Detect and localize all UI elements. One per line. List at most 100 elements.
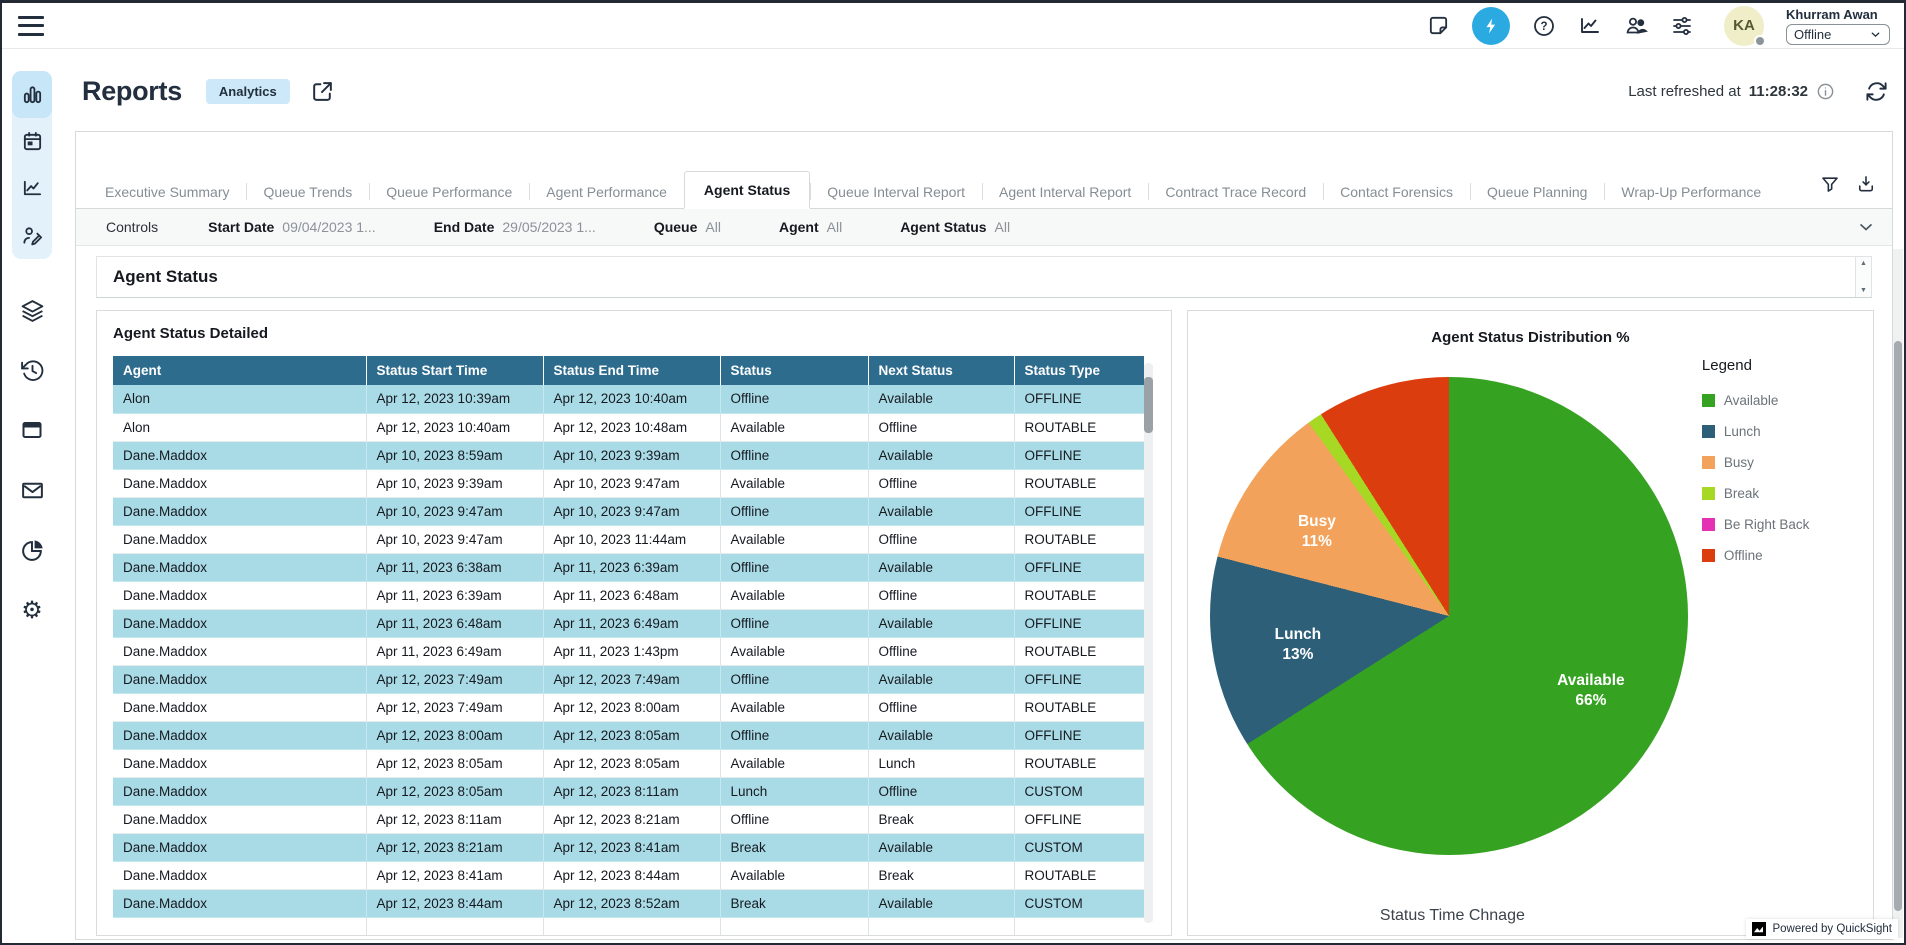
table-cell: Apr 12, 2023 8:00am xyxy=(543,693,720,721)
legend-item-available[interactable]: Available xyxy=(1702,393,1870,408)
table-row[interactable]: Dane.MaddoxApr 11, 2023 6:38amApr 11, 20… xyxy=(113,553,1144,581)
legend-item-break[interactable]: Break xyxy=(1702,486,1870,501)
preferences-sliders-icon[interactable] xyxy=(1670,14,1694,38)
controls-label: Controls xyxy=(106,219,158,235)
table-cell: Offline xyxy=(720,385,868,413)
sidebar-item-window[interactable] xyxy=(19,417,45,443)
table-row[interactable]: Dane.MaddoxApr 12, 2023 8:44amApr 12, 20… xyxy=(113,889,1144,917)
filter-agent[interactable]: AgentAll xyxy=(779,219,842,235)
help-icon[interactable]: ? xyxy=(1532,14,1556,38)
sidebar-item-reports[interactable] xyxy=(12,71,52,118)
column-header-status-type[interactable]: Status Type xyxy=(1014,356,1144,385)
legend-label: Busy xyxy=(1724,455,1754,470)
table-cell: Apr 12, 2023 8:41am xyxy=(366,861,543,889)
table-cell: Apr 12, 2023 10:48am xyxy=(543,413,720,441)
table-row[interactable]: Dane.MaddoxApr 10, 2023 9:47amApr 10, 20… xyxy=(113,497,1144,525)
tab-queue-trends[interactable]: Queue Trends xyxy=(246,175,369,208)
table-row[interactable]: Dane.MaddoxApr 12, 2023 8:41amApr 12, 20… xyxy=(113,861,1144,889)
tab-queue-performance[interactable]: Queue Performance xyxy=(369,175,529,208)
table-row[interactable]: AlonApr 12, 2023 10:40amApr 12, 2023 10:… xyxy=(113,413,1144,441)
sidebar-item-history[interactable] xyxy=(19,357,45,383)
pie-chart[interactable]: Busy11% Lunch13% Available66% xyxy=(1210,377,1688,855)
page-scrollbar[interactable] xyxy=(1893,249,1903,938)
table-row[interactable]: Dane.MaddoxApr 12, 2023 8:05amApr 12, 20… xyxy=(113,749,1144,777)
tab-agent-status[interactable]: Agent Status xyxy=(684,171,810,209)
sidebar-item-layers[interactable] xyxy=(19,297,45,323)
tab-contact-forensics[interactable]: Contact Forensics xyxy=(1323,175,1470,208)
column-header-next-status[interactable]: Next Status xyxy=(868,356,1014,385)
table-scrollbar[interactable] xyxy=(1144,363,1153,923)
table-cell: Offline xyxy=(868,413,1014,441)
table-row[interactable]: Dane.MaddoxApr 10, 2023 8:59amApr 10, 20… xyxy=(113,441,1144,469)
tab-agent-interval-report[interactable]: Agent Interval Report xyxy=(982,175,1148,208)
sidebar-item-settings[interactable]: ⚙ xyxy=(19,597,45,623)
sidebar-item-calendar[interactable] xyxy=(12,118,52,165)
table-row[interactable]: Dane.MaddoxApr 12, 2023 8:21amApr 12, 20… xyxy=(113,833,1144,861)
table-row[interactable]: Dane.MaddoxApr 11, 2023 6:48amApr 11, 20… xyxy=(113,609,1144,637)
table-cell: Dane.Maddox xyxy=(113,637,366,665)
note-icon[interactable] xyxy=(1426,14,1450,38)
tab-queue-interval-report[interactable]: Queue Interval Report xyxy=(810,175,982,208)
table-scrollbar-thumb[interactable] xyxy=(1144,377,1153,433)
table-cell: Available xyxy=(720,693,868,721)
filter-agent-status[interactable]: Agent StatusAll xyxy=(900,219,1010,235)
tab-executive-summary[interactable]: Executive Summary xyxy=(88,175,246,208)
filter-end-date[interactable]: End Date29/05/2023 1... xyxy=(434,219,596,235)
legend-item-busy[interactable]: Busy xyxy=(1702,455,1870,470)
filter-queue[interactable]: QueueAll xyxy=(654,219,721,235)
column-header-status-end-time[interactable]: Status End Time xyxy=(543,356,720,385)
tab-agent-performance[interactable]: Agent Performance xyxy=(529,175,684,208)
status-select[interactable]: Offline xyxy=(1786,24,1890,45)
table-row[interactable]: Dane.MaddoxApr 11, 2023 6:39amApr 11, 20… xyxy=(113,581,1144,609)
table-cell: Offline xyxy=(720,609,868,637)
boost-lightning-icon[interactable] xyxy=(1472,7,1510,45)
last-refreshed-time: 11:28:32 xyxy=(1749,83,1808,100)
table-row[interactable]: Dane.MaddoxApr 12, 2023 7:49amApr 12, 20… xyxy=(113,665,1144,693)
metrics-icon[interactable] xyxy=(1578,14,1602,38)
avatar[interactable]: KA xyxy=(1724,6,1764,46)
table-cell: Break xyxy=(720,889,868,917)
download-icon[interactable] xyxy=(1856,174,1876,194)
users-icon[interactable] xyxy=(1624,14,1648,38)
legend-item-be-right-back[interactable]: Be Right Back xyxy=(1702,517,1870,532)
sidebar-item-mail[interactable] xyxy=(19,477,45,503)
table-row[interactable]: Dane.MaddoxApr 12, 2023 8:00amApr 12, 20… xyxy=(113,721,1144,749)
refresh-icon[interactable] xyxy=(1865,80,1888,103)
table-row[interactable]: Dane.MaddoxApr 11, 2023 6:49amApr 11, 20… xyxy=(113,637,1144,665)
column-header-status[interactable]: Status xyxy=(720,356,868,385)
external-link-icon[interactable] xyxy=(310,79,335,104)
info-icon[interactable] xyxy=(1816,82,1835,101)
table-cell: Apr 12, 2023 7:49am xyxy=(366,693,543,721)
table-cell: Apr 11, 2023 6:38am xyxy=(366,553,543,581)
table-row[interactable]: Dane.MaddoxApr 12, 2023 7:49amApr 12, 20… xyxy=(113,693,1144,721)
table-row[interactable]: Dane.MaddoxApr 10, 2023 9:47amApr 10, 20… xyxy=(113,525,1144,553)
page-scrollbar-thumb[interactable] xyxy=(1894,341,1902,911)
table-cell: Dane.Maddox xyxy=(113,749,366,777)
sidebar-item-metrics[interactable] xyxy=(12,165,52,212)
filter-start-date[interactable]: Start Date09/04/2023 1... xyxy=(208,219,376,235)
controls-collapse-chevron-icon[interactable] xyxy=(1856,217,1876,237)
legend-item-lunch[interactable]: Lunch xyxy=(1702,424,1870,439)
tab-contract-trace-record[interactable]: Contract Trace Record xyxy=(1148,175,1323,208)
table-cell: ROUTABLE xyxy=(1014,469,1144,497)
hamburger-menu-button[interactable] xyxy=(18,16,44,36)
agent-status-detailed-card: Agent Status Detailed AgentStatus Start … xyxy=(96,310,1172,936)
table-row[interactable]: Dane.MaddoxApr 12, 2023 8:05amApr 12, 20… xyxy=(113,777,1144,805)
legend-item-offline[interactable]: Offline xyxy=(1702,548,1870,563)
tab-wrap-up-performance[interactable]: Wrap-Up Performance xyxy=(1604,175,1778,208)
sheet-stepper[interactable]: ▲▼ xyxy=(1855,257,1871,297)
table-row[interactable]: Dane.MaddoxApr 12, 2023 8:11amApr 12, 20… xyxy=(113,805,1144,833)
filter-icon[interactable] xyxy=(1820,174,1840,194)
column-header-status-start-time[interactable]: Status Start Time xyxy=(366,356,543,385)
sidebar-item-pie-chart[interactable] xyxy=(19,537,45,563)
table-row[interactable]: Dane.MaddoxApr 10, 2023 9:39amApr 10, 20… xyxy=(113,469,1144,497)
tab-queue-planning[interactable]: Queue Planning xyxy=(1470,175,1604,208)
pie-legend: Legend AvailableLunchBusyBreakBe Right B… xyxy=(1702,357,1870,579)
powered-by-quicksight-badge[interactable]: Powered by QuickSight xyxy=(1746,919,1898,939)
column-header-agent[interactable]: Agent xyxy=(113,356,366,385)
table-cell: Offline xyxy=(720,497,868,525)
table-cell: Available xyxy=(868,889,1014,917)
table-row[interactable]: AlonApr 12, 2023 10:39amApr 12, 2023 10:… xyxy=(113,385,1144,413)
sidebar-item-compose[interactable] xyxy=(12,212,52,259)
table-cell xyxy=(113,917,366,936)
